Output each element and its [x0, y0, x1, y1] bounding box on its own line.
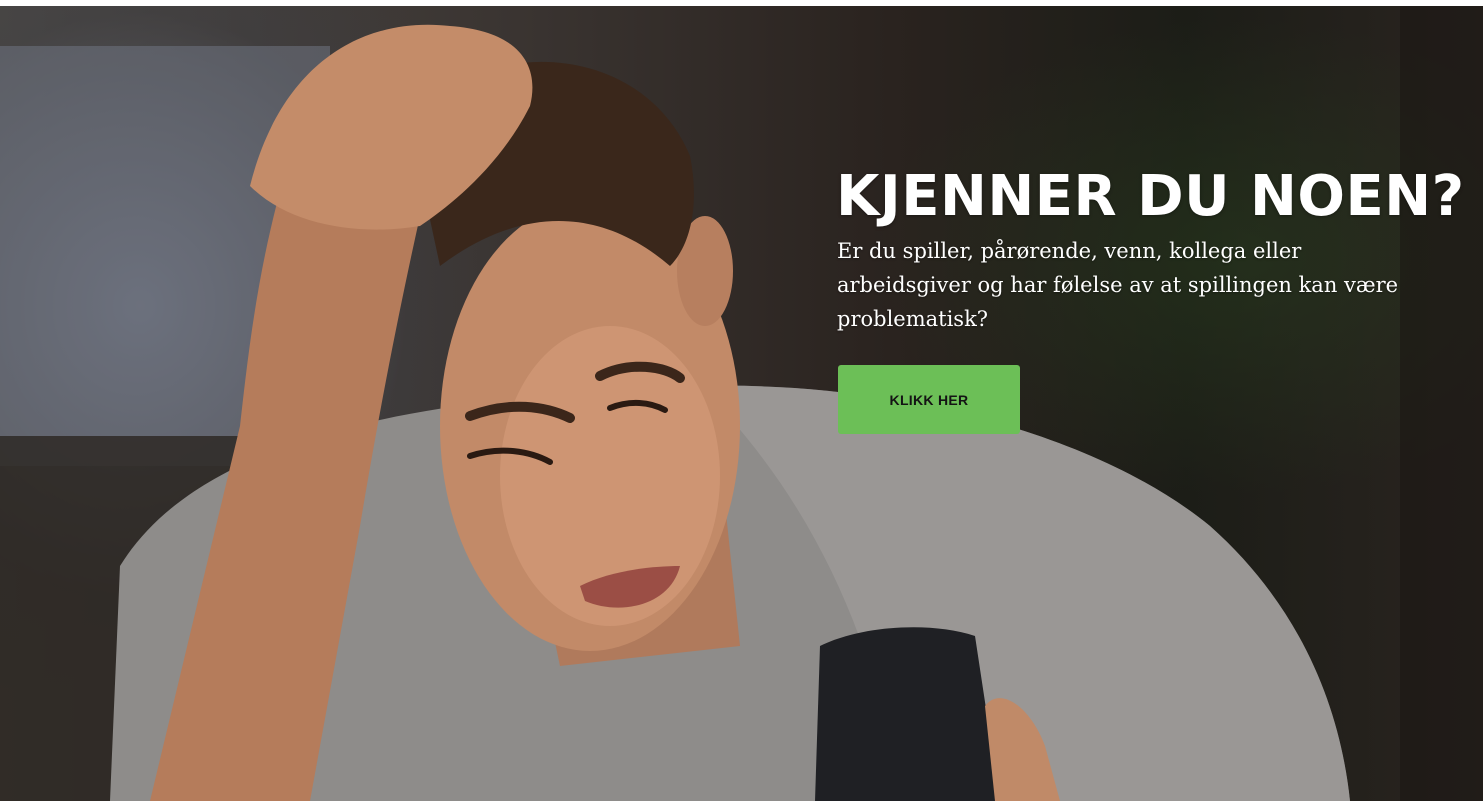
hero-banner: KJENNER DU NOEN? Er du spiller, pårørend… — [0, 6, 1483, 801]
hero-subtext: Er du spiller, pårørende, venn, kollega … — [837, 239, 1399, 331]
hero-headline: KJENNER DU NOEN? — [836, 164, 1465, 229]
hero-photo — [0, 6, 1483, 801]
klikk-her-button[interactable]: KLIKK HER — [838, 365, 1020, 434]
